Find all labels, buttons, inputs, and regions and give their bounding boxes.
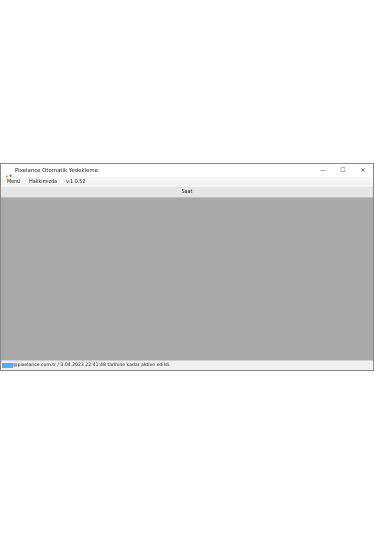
title-bar[interactable]: Pixelance Otomatik Yedekleme — ☐ ✕ bbox=[1, 164, 373, 181]
status-text: @pixelance.com.tr / 3.04.2023 22:41:48 t… bbox=[13, 363, 171, 368]
close-button[interactable]: ✕ bbox=[353, 164, 373, 177]
status-highlight bbox=[2, 363, 13, 368]
minimize-icon: — bbox=[320, 167, 326, 174]
maximize-button[interactable]: ☐ bbox=[333, 164, 353, 177]
page: Pixelance Otomatik Yedekleme — ☐ ✕ Menü … bbox=[0, 0, 375, 535]
saat-label: Saat bbox=[181, 190, 193, 195]
maximize-icon: ☐ bbox=[340, 167, 346, 174]
pencil-icon bbox=[4, 167, 13, 181]
menu-item-menu[interactable]: Menü bbox=[7, 180, 20, 185]
window-title: Pixelance Otomatik Yedekleme bbox=[15, 167, 98, 174]
saat-button[interactable]: Saat bbox=[1, 188, 373, 198]
menu-bar: Menü Hakkımızda v.1.0.52 bbox=[1, 177, 373, 188]
menu-item-version[interactable]: v.1.0.52 bbox=[66, 180, 85, 185]
main-content-area bbox=[1, 198, 373, 362]
menu-item-about[interactable]: Hakkımızda bbox=[29, 180, 57, 185]
minimize-button[interactable]: — bbox=[313, 164, 333, 177]
window-controls: — ☐ ✕ bbox=[313, 164, 373, 177]
app-window: Pixelance Otomatik Yedekleme — ☐ ✕ Menü … bbox=[0, 163, 374, 371]
status-bar: @pixelance.com.tr / 3.04.2023 22:41:48 t… bbox=[1, 360, 373, 370]
close-icon: ✕ bbox=[360, 167, 366, 174]
